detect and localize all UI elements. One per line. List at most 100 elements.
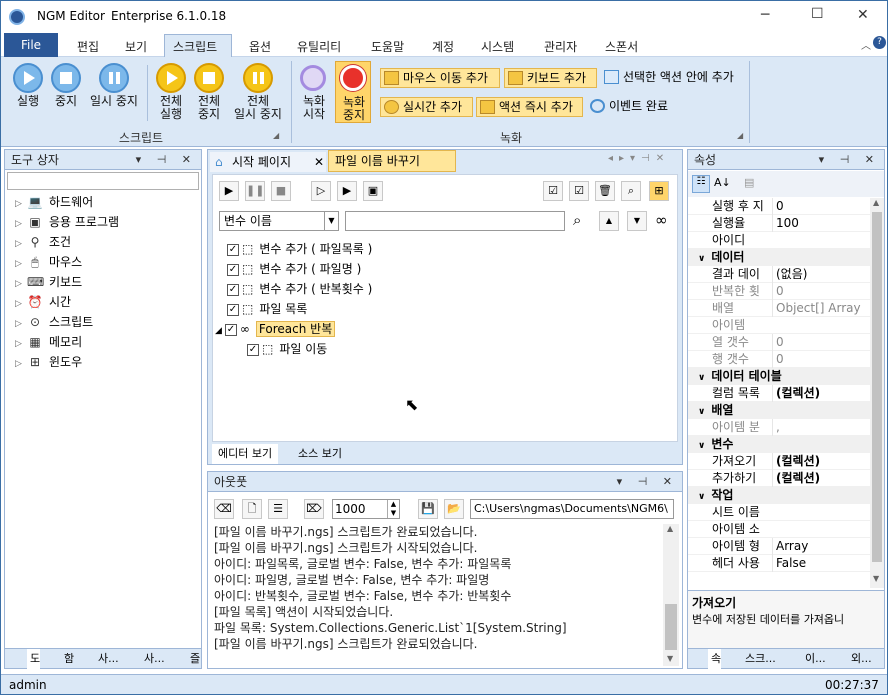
- move-down-icon[interactable]: ▼: [627, 211, 647, 231]
- toolbox-item[interactable]: ▷ 💻 하드웨어: [15, 192, 93, 212]
- ribbon-collapse-icon[interactable]: ︿: [861, 37, 871, 52]
- add-keyboard-button[interactable]: 키보드 추가: [504, 68, 597, 88]
- record-stop-button[interactable]: 녹화 중지: [335, 61, 371, 123]
- menu-edit[interactable]: 편집: [77, 38, 99, 55]
- action-item[interactable]: ✓ ⬚ 파일 목록: [227, 299, 307, 319]
- property-category[interactable]: ∨ 작업: [688, 487, 870, 504]
- property-row[interactable]: 헤더 사용 False: [688, 555, 870, 572]
- dialog-launcher-icon[interactable]: ◢: [737, 131, 743, 140]
- property-value[interactable]: (컬렉션): [772, 453, 868, 470]
- property-value[interactable]: 0: [772, 283, 868, 300]
- tab-favorites[interactable]: 즐: [187, 649, 200, 669]
- action-item[interactable]: ✓ ⬚ 변수 추가 ( 파일목록 ): [227, 239, 372, 259]
- toolbox-item[interactable]: ▷ ⊙ 스크립트: [15, 312, 93, 332]
- tab-nav-icons[interactable]: ◂▸▾⊣✕: [608, 153, 670, 164]
- search-icon[interactable]: ⌕: [573, 211, 581, 229]
- property-row[interactable]: 시트 이름: [688, 504, 870, 521]
- property-value[interactable]: False: [772, 555, 868, 572]
- clear-icon[interactable]: ⌫: [214, 499, 234, 519]
- property-value[interactable]: 0: [772, 334, 868, 351]
- help-icon[interactable]: ?: [873, 36, 886, 49]
- checkbox[interactable]: ✓: [224, 323, 237, 336]
- action-item[interactable]: ✓ ⬚ 변수 추가 ( 반복횟수 ): [227, 279, 372, 299]
- sort-alpha-icon[interactable]: A↓: [714, 176, 731, 189]
- property-row[interactable]: 컬럼 목록 (컬렉션): [688, 385, 870, 402]
- toolbox-item[interactable]: ▷ ⌨ 키보드: [15, 272, 82, 292]
- expand-arrow-icon[interactable]: ▷: [15, 254, 27, 274]
- property-value[interactable]: 0: [772, 198, 868, 215]
- property-value[interactable]: (없음): [772, 266, 868, 283]
- collapse-icon[interactable]: ∨: [698, 441, 705, 451]
- collapse-icon[interactable]: ∨: [698, 492, 705, 502]
- delete-icon[interactable]: 🗑: [595, 181, 615, 201]
- property-row[interactable]: 아이템 소: [688, 521, 870, 538]
- loop-icon[interactable]: ∞: [655, 211, 668, 229]
- expand-arrow-icon[interactable]: ▷: [15, 214, 27, 234]
- menu-help[interactable]: 도움말: [371, 38, 404, 55]
- property-value[interactable]: Object[] Array: [772, 300, 868, 317]
- property-category[interactable]: ∨ 데이터 테이블: [688, 368, 870, 385]
- tab-source-view[interactable]: 소스 보기: [292, 444, 348, 464]
- property-row[interactable]: 실행 후 지0: [688, 198, 870, 215]
- collapse-icon[interactable]: ∨: [698, 373, 705, 383]
- output-path-field[interactable]: C:\Users\ngmas\Documents\NGM6\: [470, 499, 674, 519]
- property-value[interactable]: 100: [772, 215, 868, 232]
- list-icon[interactable]: ☰: [268, 499, 288, 519]
- menu-system[interactable]: 시스템: [481, 38, 514, 55]
- action-item[interactable]: ✓ ⬚ 변수 추가 ( 파일명 ): [227, 259, 361, 279]
- check-icon[interactable]: ☑: [569, 181, 589, 201]
- tab-image[interactable]: 이...: [802, 649, 826, 669]
- tree-icon[interactable]: ⊞: [649, 181, 669, 201]
- play-box-icon[interactable]: ▶: [337, 181, 357, 201]
- property-row[interactable]: 추가하기 (컬렉션): [688, 470, 870, 487]
- menu-options[interactable]: 옵션: [249, 38, 271, 55]
- add-inside-action-button[interactable]: 선택한 액션 안에 추가: [601, 68, 751, 88]
- tab-functions[interactable]: 함: [61, 649, 74, 669]
- menu-utility[interactable]: 유틸리티: [297, 38, 341, 55]
- maximize-button[interactable]: ☐: [811, 6, 824, 22]
- panel-buttons[interactable]: ▾ ⊣ ✕: [617, 472, 678, 492]
- menu-view[interactable]: 보기: [125, 38, 147, 55]
- expand-arrow-icon[interactable]: ▷: [15, 294, 27, 314]
- property-row[interactable]: 아이템: [688, 317, 870, 334]
- action-item[interactable]: ◢ ✓ ∞ Foreach 반복: [215, 319, 336, 339]
- menu-admin[interactable]: 관리자: [544, 38, 577, 55]
- toolbox-search-input[interactable]: [7, 172, 199, 190]
- line-limit-input[interactable]: 1000 ▲ ▼: [332, 499, 400, 519]
- panel-buttons[interactable]: ▾ ⊣ ✕: [136, 150, 197, 170]
- tab-toolbox[interactable]: 도: [27, 649, 41, 669]
- move-up-icon[interactable]: ▲: [599, 211, 619, 231]
- property-row[interactable]: 배열 Object[] Array: [688, 300, 870, 317]
- tab-start-page[interactable]: ⌂ 시작 페이지 ✕: [210, 152, 326, 172]
- stop-icon[interactable]: ■: [271, 181, 291, 201]
- folder-icon[interactable]: 📂: [444, 499, 464, 519]
- collapse-icon[interactable]: ∨: [698, 254, 705, 264]
- toolbox-item[interactable]: ▷ ⏰ 시간: [15, 292, 71, 312]
- output-scrollbar[interactable]: ▲ ▼: [663, 524, 679, 666]
- step-icon[interactable]: ▷: [311, 181, 331, 201]
- add-action-now-button[interactable]: 액션 즉시 추가: [476, 97, 583, 117]
- expand-arrow-icon[interactable]: ▷: [15, 334, 27, 354]
- add-realtime-button[interactable]: 실시간 추가: [380, 97, 473, 117]
- checkbox[interactable]: ✓: [227, 283, 239, 296]
- property-value[interactable]: 0: [772, 351, 868, 368]
- menu-sponsor[interactable]: 스폰서: [605, 38, 638, 55]
- close-tab-icon[interactable]: ✕: [314, 152, 324, 172]
- menu-script[interactable]: 스크립트: [173, 38, 217, 55]
- tab-external[interactable]: 외...: [848, 649, 872, 669]
- property-row[interactable]: 아이템 분,: [688, 419, 870, 436]
- check-all-icon[interactable]: ☑: [543, 181, 563, 201]
- tab-editor-view[interactable]: 에디터 보기: [212, 444, 279, 464]
- panel-buttons[interactable]: ▾ ⊣ ✕: [819, 150, 880, 170]
- minimize-button[interactable]: ─: [761, 7, 769, 23]
- property-row[interactable]: 실행율 100: [688, 215, 870, 232]
- new-file-icon[interactable]: 🗋: [242, 499, 262, 519]
- property-pages-icon[interactable]: ▤: [744, 176, 754, 189]
- menu-account[interactable]: 계정: [432, 38, 454, 55]
- property-value[interactable]: (컬렉션): [772, 385, 868, 402]
- property-category[interactable]: ∨ 변수: [688, 436, 870, 453]
- pause-icon[interactable]: ❚❚: [245, 181, 265, 201]
- filter-select[interactable]: 변수 이름 ▼: [219, 211, 339, 231]
- property-value[interactable]: Array: [772, 538, 868, 555]
- property-row[interactable]: 행 갯수 0: [688, 351, 870, 368]
